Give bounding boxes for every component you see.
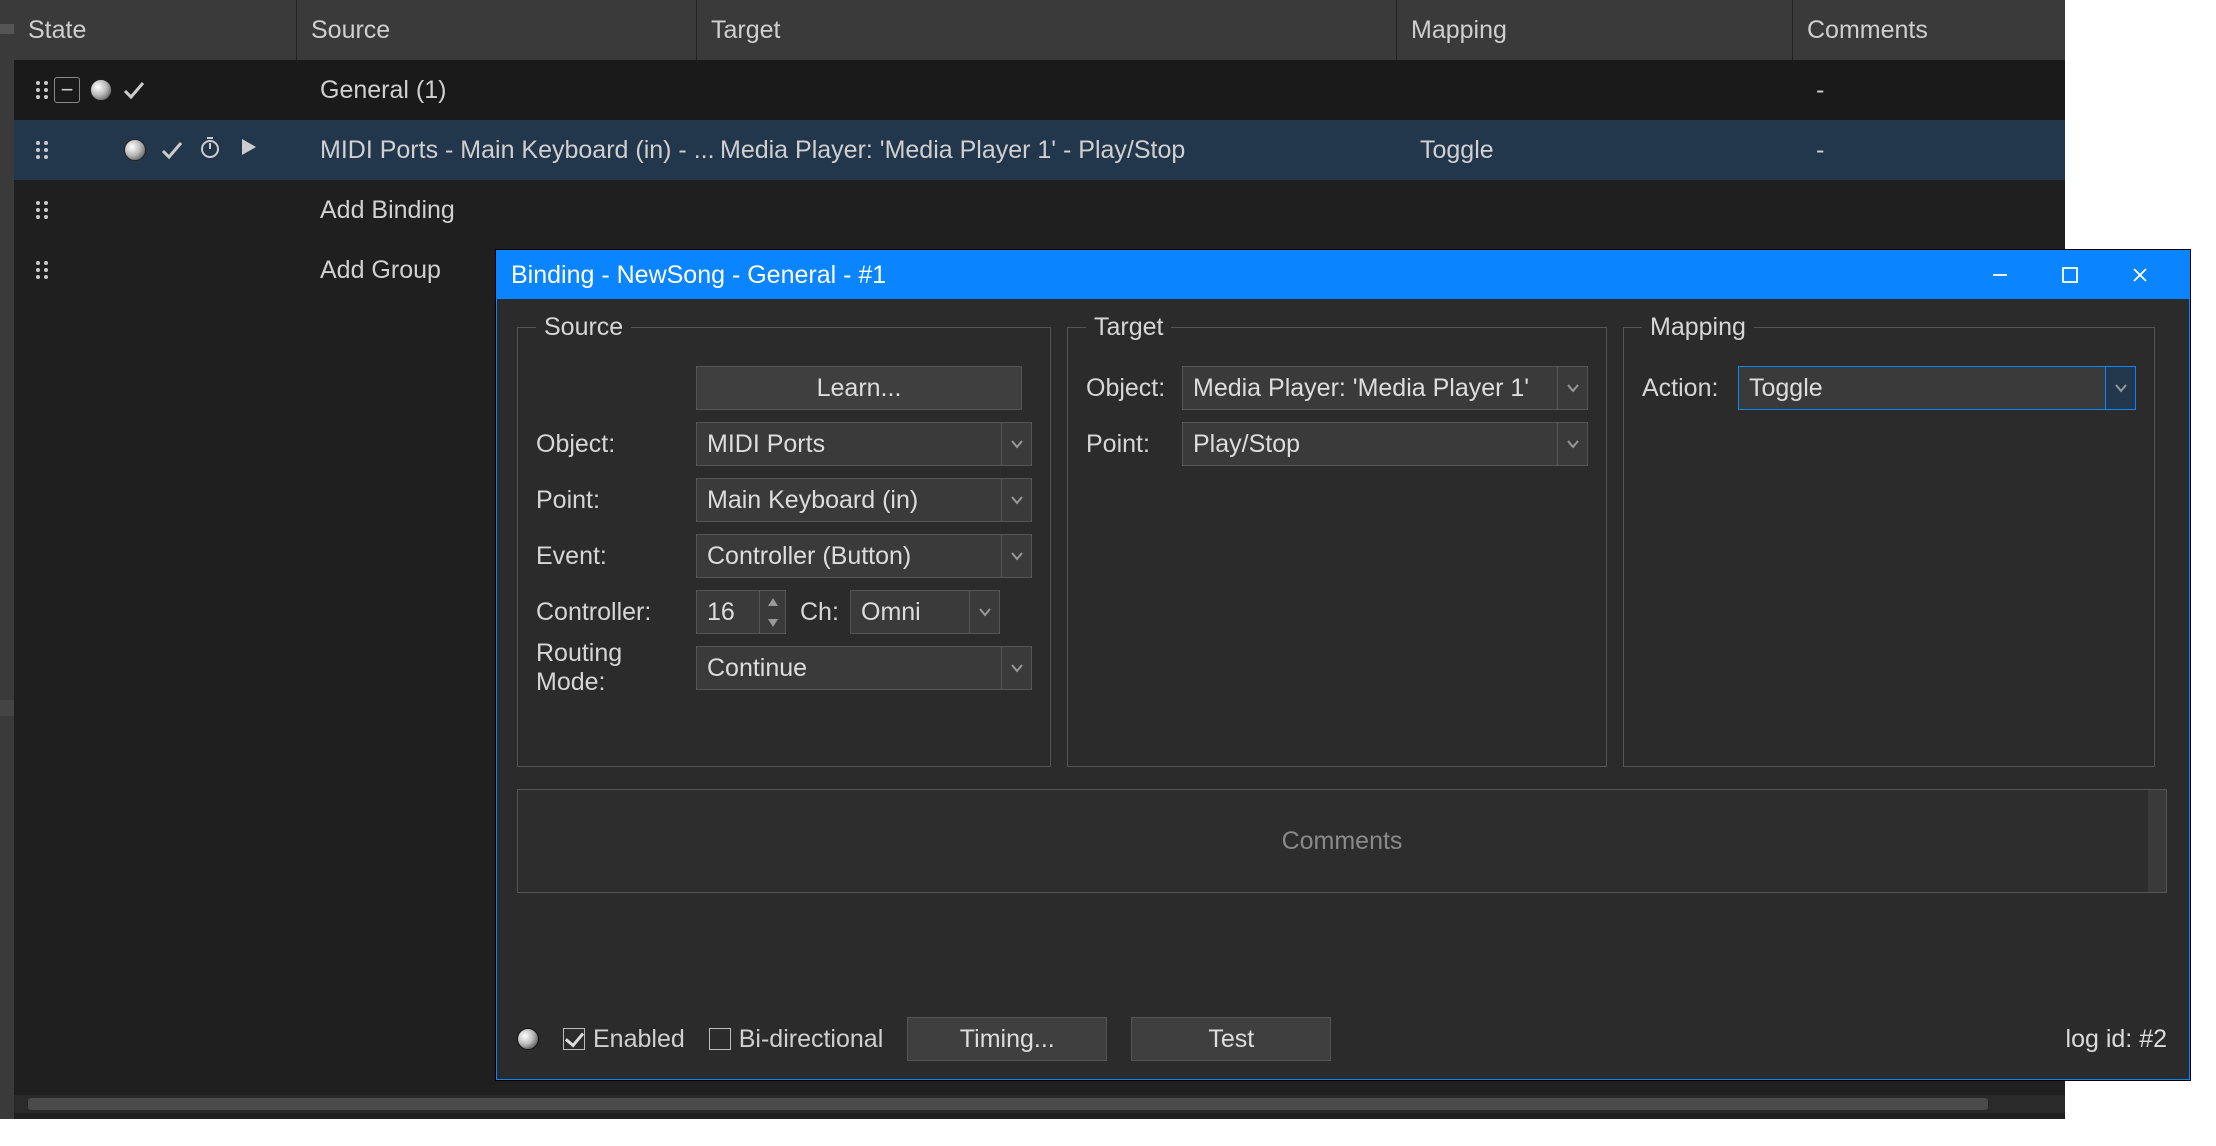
binding-row[interactable]: MIDI Ports - Main Keyboard (in) - ... Me… xyxy=(14,120,2065,180)
check-icon[interactable] xyxy=(160,138,184,162)
drag-handle-icon[interactable] xyxy=(30,139,54,161)
routing-mode-label: Routing Mode: xyxy=(536,639,696,697)
checkbox-icon xyxy=(709,1028,731,1050)
chevron-down-icon xyxy=(1557,367,1587,409)
spinner-icon[interactable] xyxy=(759,591,785,633)
target-point-label: Point: xyxy=(1086,430,1182,459)
group-row[interactable]: − General (1) - xyxy=(14,60,2065,120)
drag-handle-icon[interactable] xyxy=(30,199,54,221)
target-legend: Target xyxy=(1086,313,1171,342)
binding-target: Media Player: 'Media Player 1' - Play/St… xyxy=(720,136,1420,165)
drag-handle-icon[interactable] xyxy=(30,79,54,101)
checkbox-icon xyxy=(563,1028,585,1050)
scrollbar[interactable] xyxy=(2148,790,2166,892)
minimize-button[interactable] xyxy=(1965,251,2035,299)
chevron-down-icon xyxy=(1001,479,1031,521)
mapping-panel: Mapping Action: Toggle xyxy=(1623,313,2155,767)
controller-number-input[interactable]: 16 xyxy=(696,590,786,634)
source-object-label: Object: xyxy=(536,430,696,459)
check-icon[interactable] xyxy=(122,78,146,102)
source-event-label: Event: xyxy=(536,542,696,571)
play-icon[interactable] xyxy=(236,135,260,166)
col-comments[interactable]: Comments xyxy=(1792,0,2065,60)
source-point-select[interactable]: Main Keyboard (in) xyxy=(696,478,1032,522)
activity-led-icon xyxy=(90,79,112,101)
column-header: State Source Target Mapping Comments xyxy=(14,0,2065,60)
timer-icon[interactable] xyxy=(198,135,222,166)
bidirectional-checkbox[interactable]: Bi-directional xyxy=(709,1025,884,1054)
chevron-down-icon xyxy=(1001,647,1031,689)
binding-dialog: Binding - NewSong - General - #1 Source … xyxy=(496,250,2190,1080)
col-mapping[interactable]: Mapping xyxy=(1396,0,1792,60)
comments-input[interactable]: Comments xyxy=(517,789,2167,893)
target-panel: Target Object: Media Player: 'Media Play… xyxy=(1067,313,1607,767)
activity-led-icon xyxy=(124,139,146,161)
chevron-down-icon xyxy=(1001,535,1031,577)
binding-comments: - xyxy=(1816,136,2065,165)
learn-button[interactable]: Learn... xyxy=(696,366,1022,410)
add-binding-row[interactable]: Add Binding xyxy=(14,180,2065,240)
source-event-select[interactable]: Controller (Button) xyxy=(696,534,1032,578)
binding-mapping: Toggle xyxy=(1420,136,1816,165)
channel-label: Ch: xyxy=(800,598,850,627)
action-select[interactable]: Toggle xyxy=(1738,366,2136,410)
left-gutter xyxy=(0,0,14,1119)
chevron-down-icon xyxy=(1557,423,1587,465)
mapping-legend: Mapping xyxy=(1642,313,1754,342)
drag-handle-icon[interactable] xyxy=(30,259,54,281)
source-object-select[interactable]: MIDI Ports xyxy=(696,422,1032,466)
maximize-button[interactable] xyxy=(2035,251,2105,299)
add-binding-label: Add Binding xyxy=(320,196,720,225)
binding-source: MIDI Ports - Main Keyboard (in) - ... xyxy=(320,136,720,165)
group-comments: - xyxy=(1816,76,2065,105)
col-state[interactable]: State xyxy=(14,0,296,60)
comments-placeholder: Comments xyxy=(1282,827,1403,856)
source-legend: Source xyxy=(536,313,631,342)
activity-led-icon xyxy=(517,1028,539,1050)
dialog-footer: Enabled Bi-directional Timing... Test lo… xyxy=(517,1015,2167,1063)
chevron-down-icon xyxy=(1001,423,1031,465)
col-source[interactable]: Source xyxy=(296,0,696,60)
dialog-title: Binding - NewSong - General - #1 xyxy=(511,261,886,290)
chevron-down-icon xyxy=(2105,367,2135,409)
source-panel: Source Learn... Object: MIDI Ports Point… xyxy=(517,313,1051,767)
bindings-panel: State Source Target Mapping Comments − G… xyxy=(0,0,2065,1119)
channel-select[interactable]: Omni xyxy=(850,590,1000,634)
target-object-select[interactable]: Media Player: 'Media Player 1' xyxy=(1182,366,1588,410)
timing-button[interactable]: Timing... xyxy=(907,1017,1107,1061)
enabled-checkbox[interactable]: Enabled xyxy=(563,1025,685,1054)
chevron-down-icon xyxy=(969,591,999,633)
controller-label: Controller: xyxy=(536,598,696,627)
hscrollbar[interactable] xyxy=(14,1095,2065,1113)
group-label: General (1) xyxy=(320,76,720,105)
log-id: log id: #2 xyxy=(2066,1025,2167,1054)
target-point-select[interactable]: Play/Stop xyxy=(1182,422,1588,466)
dialog-titlebar[interactable]: Binding - NewSong - General - #1 xyxy=(497,251,2189,299)
test-button[interactable]: Test xyxy=(1131,1017,1331,1061)
routing-mode-select[interactable]: Continue xyxy=(696,646,1032,690)
close-button[interactable] xyxy=(2105,251,2175,299)
action-label: Action: xyxy=(1642,374,1738,403)
col-target[interactable]: Target xyxy=(696,0,1396,60)
source-point-label: Point: xyxy=(536,486,696,515)
target-object-label: Object: xyxy=(1086,374,1182,403)
collapse-icon[interactable]: − xyxy=(54,77,80,103)
